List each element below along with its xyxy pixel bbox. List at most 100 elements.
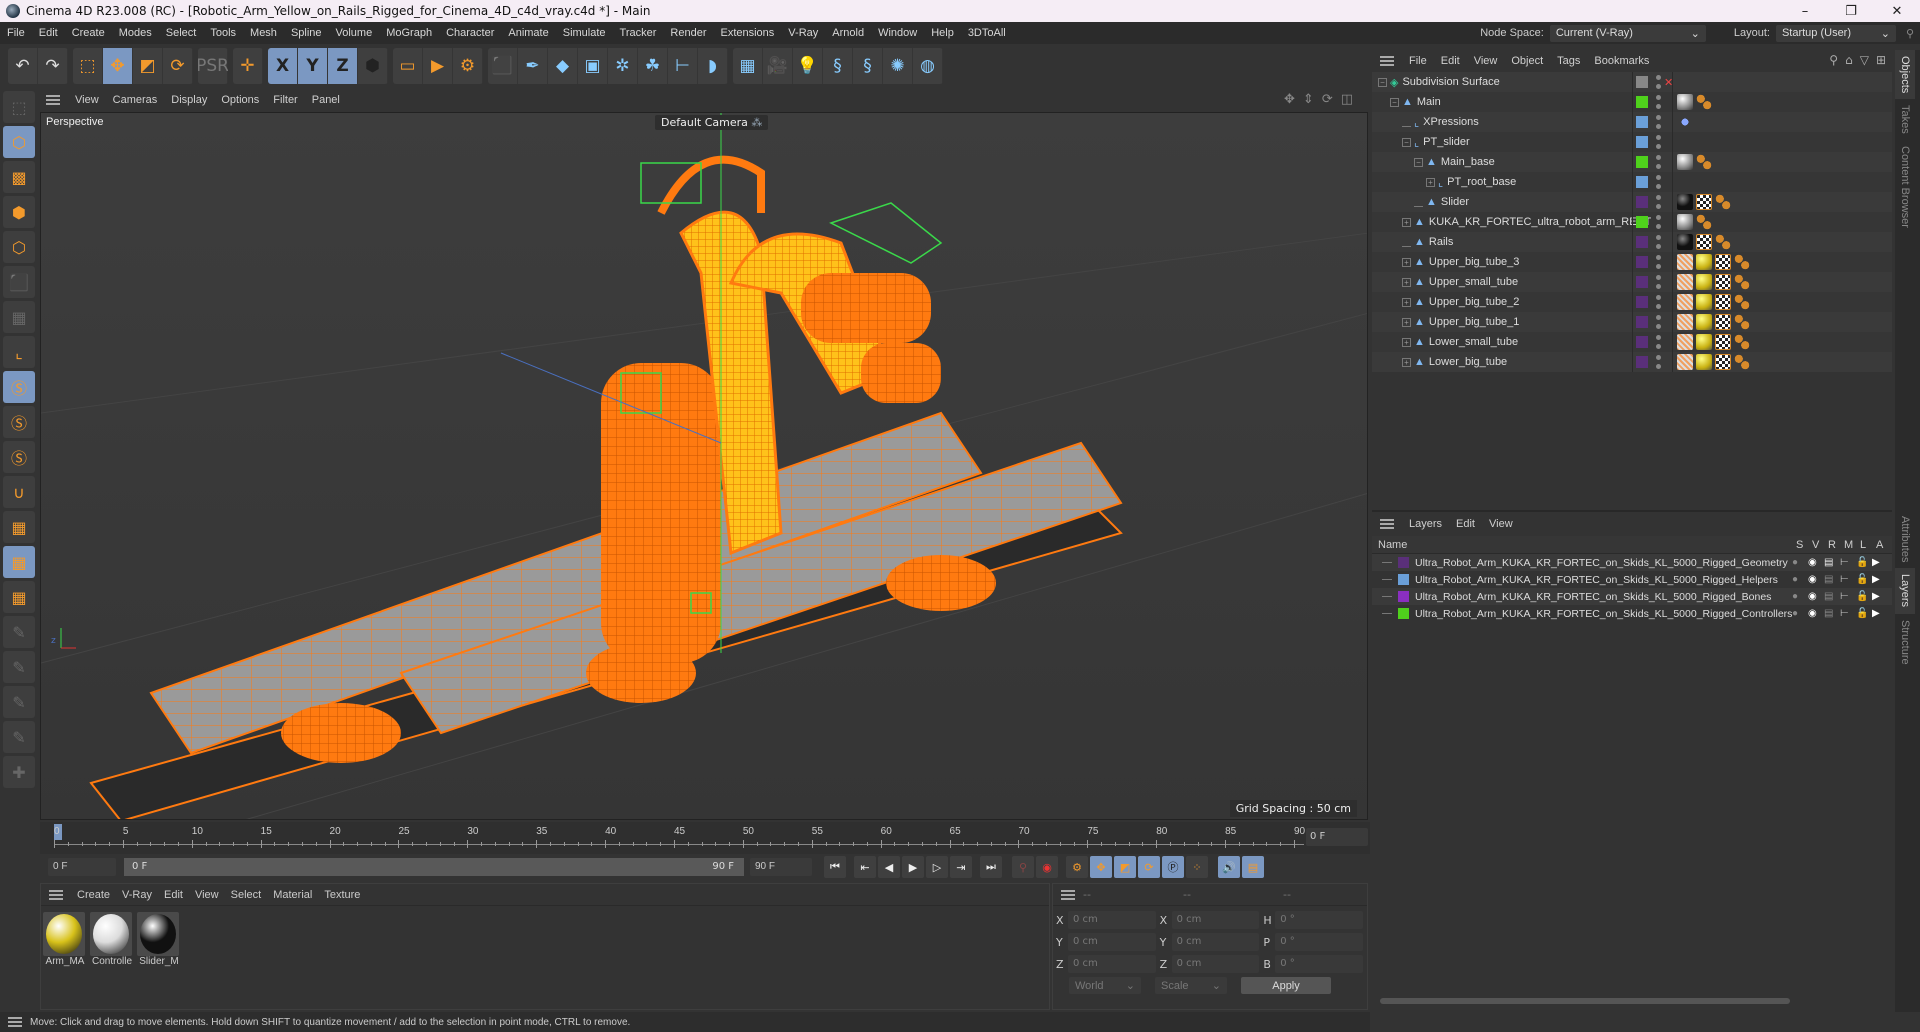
- render-visibility-dot[interactable]: [1655, 184, 1661, 189]
- visibility-dots[interactable]: [1655, 275, 1661, 289]
- visibility-eye-icon[interactable]: ◉: [1808, 608, 1818, 619]
- render-clapper-icon[interactable]: ▤: [1824, 557, 1834, 568]
- editor-visibility-dot[interactable]: [1655, 235, 1661, 240]
- viewport-3d[interactable]: z Perspective Default Camera ⁂ Grid Spac…: [40, 112, 1368, 820]
- editor-visibility-dot[interactable]: [1655, 75, 1661, 80]
- object-row-pt-slider[interactable]: − ⌞ PT_slider: [1372, 132, 1892, 152]
- make-editable-button[interactable]: ⬚: [3, 91, 35, 123]
- render-settings-button[interactable]: ⚙: [453, 48, 483, 84]
- menu-spline[interactable]: Spline: [284, 27, 329, 39]
- play-button[interactable]: ▶: [902, 856, 924, 878]
- dolly-icon[interactable]: ⇕: [1303, 92, 1314, 107]
- snap-button[interactable]: ∪: [3, 476, 35, 508]
- key-rotation-button[interactable]: ⟳: [1138, 856, 1160, 878]
- checker-tag-icon[interactable]: [1715, 254, 1731, 270]
- layer-color-swatch[interactable]: [1636, 256, 1648, 268]
- object-row-pt-root-base[interactable]: + ⌞ PT_root_base: [1372, 172, 1892, 192]
- layer-row[interactable]: Ultra_Robot_Arm_KUKA_KR_FORTEC_on_Skids_…: [1372, 588, 1892, 605]
- add-joint-button[interactable]: ✚: [3, 756, 35, 788]
- render-visibility-dot[interactable]: [1655, 164, 1661, 169]
- render-clapper-icon[interactable]: ▤: [1824, 574, 1834, 585]
- object-menu-file[interactable]: File: [1402, 55, 1434, 67]
- menu-select[interactable]: Select: [159, 27, 204, 39]
- z-axis-lock-button[interactable]: Z: [328, 48, 358, 84]
- object-menu-bookmarks[interactable]: Bookmarks: [1587, 55, 1656, 67]
- mat-yellow-tag-icon[interactable]: [1696, 314, 1712, 330]
- mat-gray-tag-icon[interactable]: [1677, 94, 1693, 110]
- gear-plugin-button[interactable]: ✺: [883, 48, 913, 84]
- render-clapper-icon[interactable]: ▤: [1824, 591, 1834, 602]
- coord-rotation-field[interactable]: 0 °: [1275, 933, 1363, 951]
- visibility-dots[interactable]: [1655, 95, 1661, 109]
- layer-name[interactable]: Ultra_Robot_Arm_KUKA_KR_FORTEC_on_Skids_…: [1415, 574, 1778, 586]
- viewport-menu-filter[interactable]: Filter: [266, 94, 304, 106]
- solo-hierarchy-button[interactable]: Ⓢ: [3, 441, 35, 473]
- edge-mode-button[interactable]: ⬡: [3, 231, 35, 263]
- python-2-button[interactable]: §: [853, 48, 883, 84]
- rotate-button[interactable]: ⟳: [163, 48, 193, 84]
- collapse-icon[interactable]: −: [1378, 77, 1387, 87]
- move-button[interactable]: ✥: [103, 48, 133, 84]
- menu-volume[interactable]: Volume: [329, 27, 380, 39]
- visibility-dots[interactable]: [1655, 255, 1661, 269]
- orbit-icon[interactable]: ⟳: [1322, 92, 1333, 107]
- expand-icon[interactable]: +: [1426, 177, 1435, 187]
- material-menu-select[interactable]: Select: [225, 889, 268, 901]
- mat-gray-tag-icon[interactable]: [1677, 154, 1693, 170]
- render-visibility-dot[interactable]: [1655, 84, 1661, 89]
- layer-color-swatch[interactable]: [1636, 116, 1648, 128]
- hamburger-icon[interactable]: [1380, 519, 1394, 529]
- solo-off-button[interactable]: Ⓢ: [3, 371, 35, 403]
- locked-workplane-button[interactable]: ▦: [3, 546, 35, 578]
- search-icon[interactable]: ⚲: [1829, 53, 1838, 67]
- side-tab-content-browser[interactable]: Content Browser: [1895, 140, 1915, 234]
- mat-yellow-tag-icon[interactable]: [1696, 274, 1712, 290]
- extrude-button[interactable]: ▣: [578, 48, 608, 84]
- layer-menu-layers[interactable]: Layers: [1402, 518, 1449, 530]
- render-visibility-dot[interactable]: [1655, 324, 1661, 329]
- coord-size-field[interactable]: 0 cm: [1171, 955, 1260, 973]
- visibility-eye-icon[interactable]: ◉: [1808, 591, 1818, 602]
- autokey-button[interactable]: ◉: [1036, 856, 1058, 878]
- camera-button[interactable]: 🎥: [763, 48, 793, 84]
- render-visibility-dot[interactable]: [1655, 204, 1661, 209]
- material-item[interactable]: Slider_M: [137, 912, 181, 967]
- bones-tag-icon[interactable]: [1734, 354, 1750, 370]
- editor-visibility-dot[interactable]: [1655, 255, 1661, 260]
- material-menu-v-ray[interactable]: V-Ray: [116, 889, 158, 901]
- bones-tag-icon[interactable]: [1734, 294, 1750, 310]
- layer-name[interactable]: Ultra_Robot_Arm_KUKA_KR_FORTEC_on_Skids_…: [1415, 557, 1788, 569]
- editor-visibility-dot[interactable]: [1655, 195, 1661, 200]
- sphere-wire-button[interactable]: ◍: [913, 48, 943, 84]
- new-window-icon[interactable]: ⊞: [1876, 53, 1886, 67]
- mat-black-tag-icon[interactable]: [1677, 194, 1693, 210]
- layout-dropdown[interactable]: Startup (User) ⌄: [1775, 24, 1896, 42]
- close-button[interactable]: ✕: [1874, 0, 1920, 22]
- menu-render[interactable]: Render: [663, 27, 713, 39]
- camera-label[interactable]: Default Camera ⁂: [655, 115, 769, 130]
- render-view-button[interactable]: ▭: [393, 48, 423, 84]
- weight-tag-icon[interactable]: [1677, 354, 1693, 370]
- y-axis-lock-button[interactable]: Y: [298, 48, 328, 84]
- filter-icon[interactable]: ▽: [1860, 53, 1869, 67]
- coordinate-system-button[interactable]: ⬢: [358, 48, 388, 84]
- visibility-eye-icon[interactable]: ◉: [1808, 557, 1818, 568]
- mograph-array-button[interactable]: ☘: [638, 48, 668, 84]
- lock-icon[interactable]: 🔓: [1856, 574, 1868, 585]
- layer-menu-view[interactable]: View: [1482, 518, 1520, 530]
- solo-toggle-icon[interactable]: ●: [1792, 557, 1802, 568]
- subdivision-surface-button[interactable]: ◆: [548, 48, 578, 84]
- layer-color-swatch[interactable]: [1636, 336, 1648, 348]
- layer-color-swatch[interactable]: [1636, 216, 1648, 228]
- axis-mode-button[interactable]: ⌞: [3, 336, 35, 368]
- workplane-button[interactable]: ▦: [3, 511, 35, 543]
- model-mode-button[interactable]: ⬡: [3, 126, 35, 158]
- coord-size-field[interactable]: 0 cm: [1171, 933, 1260, 951]
- animation-play-icon[interactable]: ▶: [1872, 557, 1882, 568]
- layer-color-swatch[interactable]: [1398, 591, 1409, 602]
- material-item[interactable]: Arm_MA: [43, 912, 87, 967]
- keyframe-selection-button[interactable]: ⚙: [1066, 856, 1088, 878]
- layer-color-swatch[interactable]: [1398, 574, 1409, 585]
- layer-color-swatch[interactable]: [1398, 608, 1409, 619]
- checker-tag-icon[interactable]: [1715, 314, 1731, 330]
